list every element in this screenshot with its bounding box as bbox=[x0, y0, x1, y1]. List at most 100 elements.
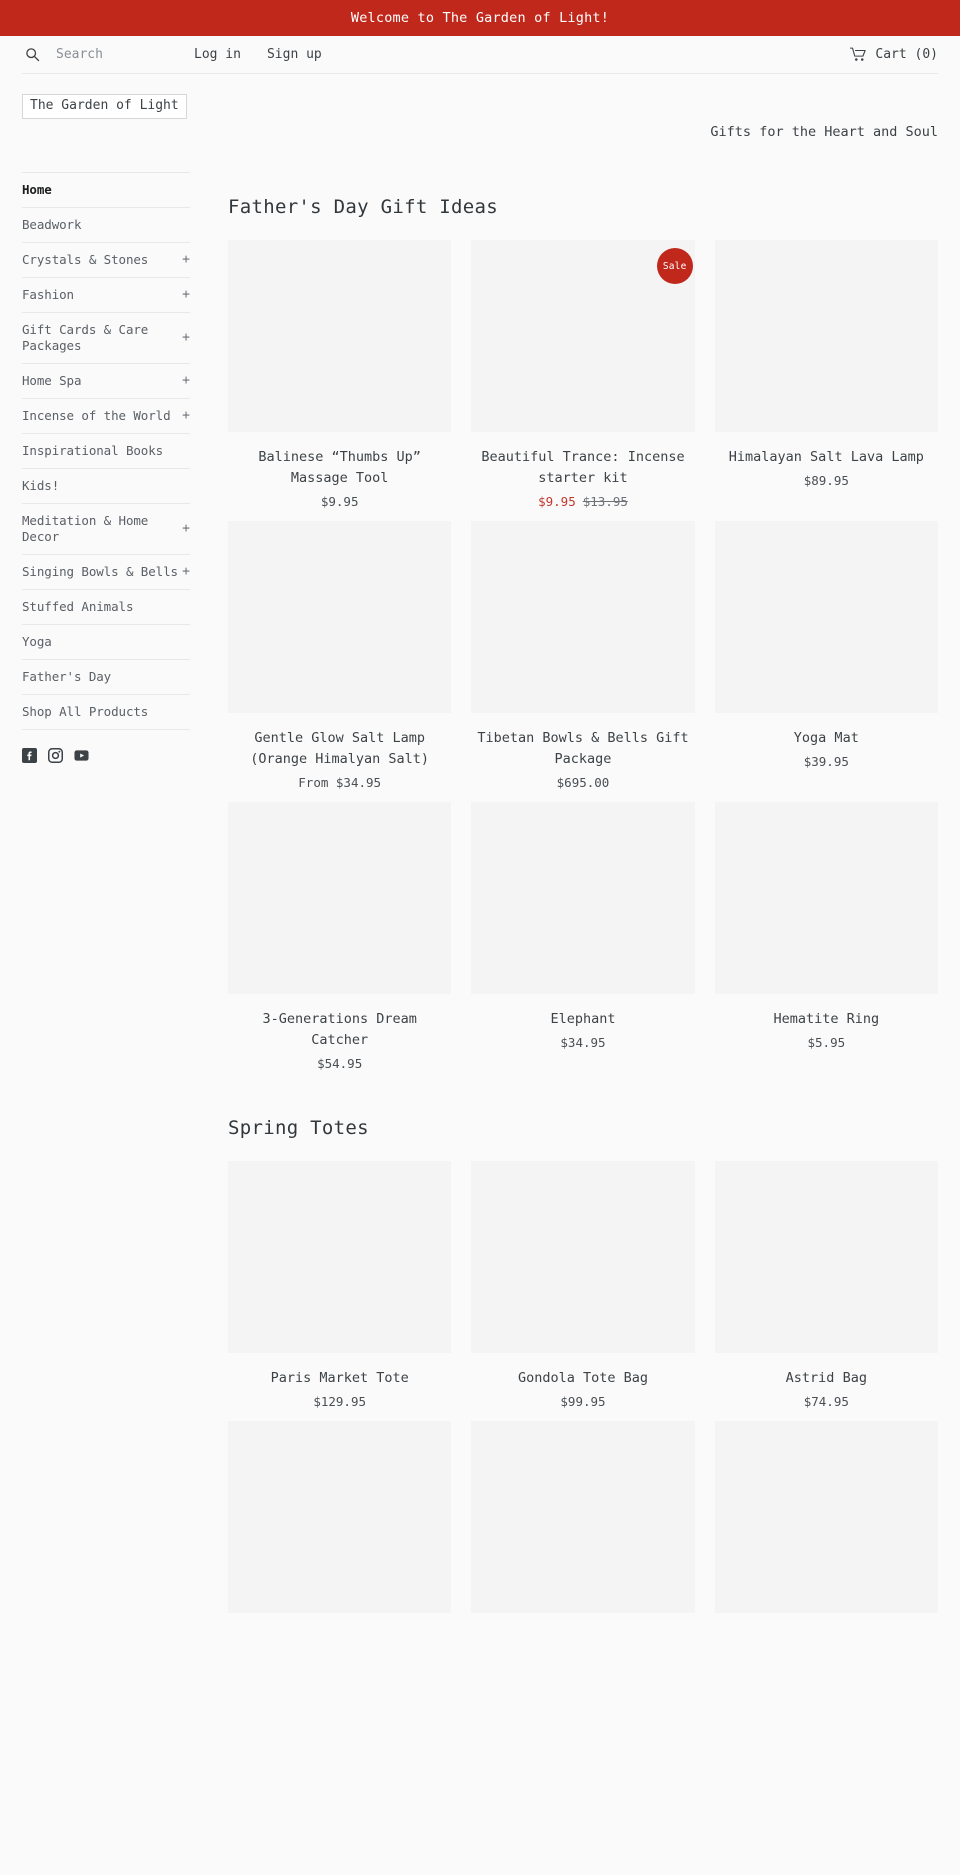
cart-button[interactable]: Cart (0) bbox=[850, 47, 938, 62]
product-card[interactable]: Astrid Bag $74.95 bbox=[714, 1161, 938, 1421]
product-price: $34.95 bbox=[471, 1034, 694, 1052]
expand-plus-icon[interactable]: + bbox=[182, 522, 190, 536]
product-card[interactable]: Elephant $34.95 bbox=[471, 802, 695, 1083]
product-price: $99.95 bbox=[471, 1393, 694, 1411]
sidebar-item-shop-all-products[interactable]: Shop All Products bbox=[22, 695, 190, 730]
product-image[interactable] bbox=[228, 1421, 452, 1613]
product-card[interactable]: Hematite Ring $5.95 bbox=[714, 802, 938, 1083]
expand-plus-icon[interactable]: + bbox=[182, 253, 190, 267]
product-image[interactable] bbox=[471, 802, 695, 994]
product-card[interactable]: Tibetan Bowls & Bells Gift Package $695.0… bbox=[471, 521, 695, 802]
youtube-icon[interactable] bbox=[74, 748, 89, 763]
search-input[interactable] bbox=[56, 47, 166, 62]
product-card[interactable]: Gondola Tote Bag $99.95 bbox=[471, 1161, 695, 1421]
sidebar-item-inspirational-books[interactable]: Inspirational Books bbox=[22, 434, 190, 469]
product-card[interactable]: Himalayan Salt Lava Lamp $89.95 bbox=[714, 240, 938, 521]
compare-at-price: $13.95 bbox=[582, 494, 628, 509]
sidebar-item-gift-cards-care-packages[interactable]: Gift Cards & Care Packages + bbox=[22, 313, 190, 364]
social-links bbox=[22, 730, 190, 763]
product-card[interactable] bbox=[471, 1421, 695, 1623]
sidebar-item-label: Beadwork bbox=[22, 217, 82, 232]
product-title[interactable]: Paris Market Tote bbox=[228, 1368, 451, 1389]
expand-plus-icon[interactable]: + bbox=[182, 409, 190, 423]
sidebar-item-label: Home Spa bbox=[22, 373, 82, 388]
sidebar-item-yoga[interactable]: Yoga bbox=[22, 625, 190, 660]
expand-plus-icon[interactable]: + bbox=[182, 288, 190, 302]
instagram-icon[interactable] bbox=[48, 748, 63, 763]
product-image[interactable] bbox=[228, 521, 452, 713]
price-value: $695.00 bbox=[556, 775, 610, 790]
product-title[interactable]: Himalayan Salt Lava Lamp bbox=[715, 447, 938, 468]
product-title[interactable]: Astrid Bag bbox=[715, 1368, 938, 1389]
section-title: Father's Day Gift Ideas bbox=[228, 196, 498, 218]
product-section: Spring Totes Paris Market Tote $129.95 Gond… bbox=[228, 1117, 938, 1623]
product-price: $89.95 bbox=[715, 472, 938, 490]
sidebar-item-incense-of-the-world[interactable]: Incense of the World + bbox=[22, 399, 190, 434]
product-card[interactable]: Balinese “Thumbs Up” Massage Tool $9.95 bbox=[228, 240, 452, 521]
sidebar-item-fashion[interactable]: Fashion + bbox=[22, 278, 190, 313]
sidebar-item-home-spa[interactable]: Home Spa + bbox=[22, 364, 190, 399]
product-image[interactable] bbox=[471, 1161, 695, 1353]
product-title[interactable]: Gentle Glow Salt Lamp (Orange Himalyan S… bbox=[228, 728, 451, 770]
sidebar-item-label: Fashion bbox=[22, 287, 74, 302]
price-value: From $34.95 bbox=[298, 775, 382, 790]
sidebar-item-label: Inspirational Books bbox=[22, 443, 164, 458]
login-link[interactable]: Log in bbox=[194, 47, 241, 62]
price-value: $129.95 bbox=[313, 1394, 366, 1409]
product-title[interactable]: Hematite Ring bbox=[715, 1009, 938, 1030]
product-image[interactable] bbox=[714, 1161, 938, 1353]
product-image[interactable]: Sale bbox=[471, 240, 695, 432]
expand-plus-icon[interactable]: + bbox=[182, 565, 190, 579]
product-title[interactable]: Yoga Mat bbox=[715, 728, 938, 749]
cart-icon bbox=[850, 47, 867, 62]
product-price: $9.95 bbox=[228, 493, 451, 511]
product-card[interactable] bbox=[714, 1421, 938, 1623]
product-title[interactable]: Beautiful Trance: Incense starter kit bbox=[471, 447, 694, 489]
search-icon[interactable] bbox=[22, 45, 42, 65]
product-image[interactable] bbox=[714, 521, 938, 713]
product-card[interactable]: 3-Generations Dream Catcher $54.95 bbox=[228, 802, 452, 1083]
sidebar-item-crystals-stones[interactable]: Crystals & Stones + bbox=[22, 243, 190, 278]
page-body: Home Beadwork Crystals & Stones + Fashion + Gi… bbox=[0, 166, 960, 1631]
product-image[interactable] bbox=[228, 1161, 452, 1353]
product-image[interactable] bbox=[228, 802, 452, 994]
price-value: $89.95 bbox=[803, 473, 849, 488]
sidebar-item-beadwork[interactable]: Beadwork bbox=[22, 208, 190, 243]
signup-link[interactable]: Sign up bbox=[267, 47, 322, 62]
site-logo[interactable]: The Garden of Light bbox=[22, 94, 187, 119]
price-value: $74.95 bbox=[803, 1394, 849, 1409]
product-card[interactable] bbox=[228, 1421, 452, 1623]
facebook-icon[interactable] bbox=[22, 748, 37, 763]
product-card[interactable]: Sale Beautiful Trance: Incense starter ki… bbox=[471, 240, 695, 521]
expand-plus-icon[interactable]: + bbox=[182, 331, 190, 345]
section-title: Spring Totes bbox=[228, 1117, 369, 1139]
product-card[interactable]: Gentle Glow Salt Lamp (Orange Himalyan S… bbox=[228, 521, 452, 802]
product-image[interactable] bbox=[714, 802, 938, 994]
product-image[interactable] bbox=[471, 521, 695, 713]
product-price: From $34.95 bbox=[228, 774, 451, 792]
product-title[interactable]: Tibetan Bowls & Bells Gift Package bbox=[471, 728, 694, 770]
price-value: $99.95 bbox=[560, 1394, 606, 1409]
price-value: $39.95 bbox=[803, 754, 849, 769]
sidebar-item-kids[interactable]: Kids! bbox=[22, 469, 190, 504]
sale-price: $9.95 bbox=[538, 494, 576, 509]
product-image[interactable] bbox=[471, 1421, 695, 1613]
sidebar-item-label: Incense of the World bbox=[22, 408, 171, 423]
product-card[interactable]: Paris Market Tote $129.95 bbox=[228, 1161, 452, 1421]
product-title[interactable]: Balinese “Thumbs Up” Massage Tool bbox=[228, 447, 451, 489]
product-image[interactable] bbox=[714, 240, 938, 432]
product-image[interactable] bbox=[228, 240, 452, 432]
sidebar-item-home[interactable]: Home bbox=[22, 173, 190, 208]
product-card[interactable]: Yoga Mat $39.95 bbox=[714, 521, 938, 802]
sidebar-item-meditation-home-decor[interactable]: Meditation & Home Decor + bbox=[22, 504, 190, 555]
product-image[interactable] bbox=[714, 1421, 938, 1613]
expand-plus-icon[interactable]: + bbox=[182, 374, 190, 388]
product-title[interactable]: 3-Generations Dream Catcher bbox=[228, 1009, 451, 1051]
product-title[interactable]: Gondola Tote Bag bbox=[471, 1368, 694, 1389]
sidebar-item-father-s-day[interactable]: Father's Day bbox=[22, 660, 190, 695]
sidebar-item-singing-bowls-bells[interactable]: Singing Bowls & Bells + bbox=[22, 555, 190, 590]
top-utility-bar: Log in Sign up Cart (0) bbox=[22, 36, 938, 74]
sidebar-item-stuffed-animals[interactable]: Stuffed Animals bbox=[22, 590, 190, 625]
product-section: Father's Day Gift Ideas Balinese “Thumbs … bbox=[228, 196, 938, 1083]
product-title[interactable]: Elephant bbox=[471, 1009, 694, 1030]
